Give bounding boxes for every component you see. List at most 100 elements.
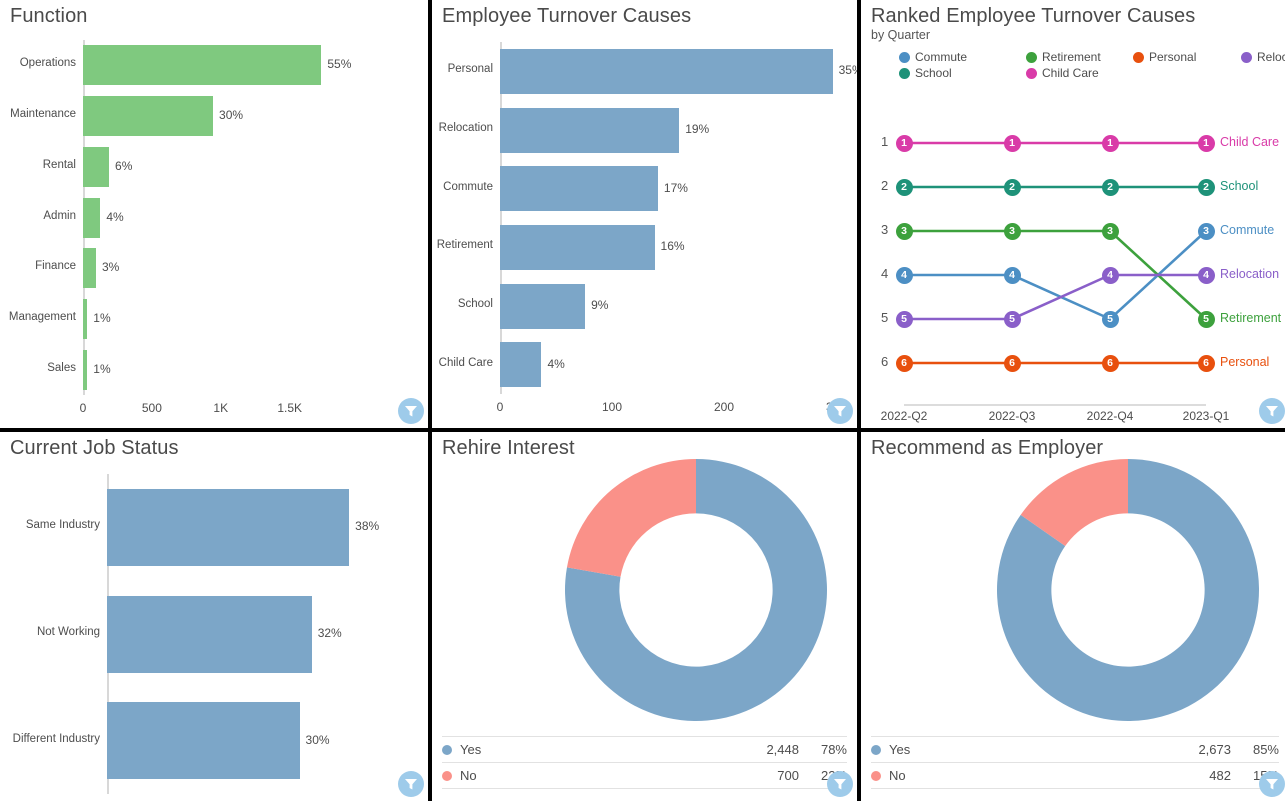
- legend-color-dot: [442, 744, 452, 755]
- bar-category-label: Sales: [47, 361, 76, 374]
- legend-table-row[interactable]: Yes 2,673 85%: [871, 736, 1279, 762]
- chart-rank-bump: 1 1 1 1 Child Care 2 2 2 2 School 4 4 5 3 Commute 3 3 3 5 R…: [861, 0, 1285, 428]
- rank-node[interactable]: 6: [895, 354, 913, 372]
- donut-svg: [565, 459, 827, 721]
- bar-value-label: 32%: [317, 626, 342, 640]
- bar[interactable]: [500, 166, 658, 212]
- rank-node[interactable]: 6: [1101, 354, 1119, 372]
- bar-category-label: Not Working: [36, 626, 100, 638]
- rank-node[interactable]: 6: [1003, 354, 1021, 372]
- rank-node[interactable]: 3: [1197, 222, 1215, 240]
- legend-color-dot: [871, 744, 881, 755]
- bar-value-label: 16%: [660, 239, 685, 254]
- rank-node[interactable]: 4: [1101, 266, 1119, 284]
- legend-table-row[interactable]: Yes 2,448 78%: [442, 736, 847, 762]
- x-axis-tick-label: 200: [713, 400, 735, 414]
- rank-axis-label: 5: [881, 310, 889, 325]
- legend-label: No: [889, 768, 906, 783]
- page-title: Recommend as Employer: [871, 437, 1104, 459]
- rank-node[interactable]: 6: [1197, 354, 1215, 372]
- dashboard: Function Operations 55% Maintenance 30% Rent…: [0, 0, 1285, 801]
- filter-funnel-icon: [1266, 406, 1278, 417]
- rank-node[interactable]: 3: [1101, 222, 1119, 240]
- rank-node[interactable]: 3: [895, 222, 913, 240]
- rank-node[interactable]: 2: [895, 178, 913, 196]
- bar-category-label: Finance: [35, 260, 76, 273]
- bar[interactable]: [83, 45, 322, 86]
- filter-button[interactable]: [1259, 771, 1285, 797]
- rank-node[interactable]: 2: [1197, 178, 1215, 196]
- legend-percent: 85%: [1252, 742, 1279, 757]
- donut-slice[interactable]: [566, 459, 696, 577]
- rank-axis-label: 2: [881, 178, 889, 193]
- bar-value-label: 55%: [327, 57, 352, 72]
- bar[interactable]: [500, 107, 680, 153]
- x-axis-tick-label: 0: [79, 401, 87, 415]
- rank-axis-label: 6: [881, 354, 889, 369]
- rank-end-label: School: [1220, 179, 1259, 193]
- bar-category-label: Rental: [42, 158, 76, 171]
- rank-node[interactable]: 4: [1197, 266, 1215, 284]
- filter-funnel-icon: [405, 406, 417, 417]
- donut-svg: [997, 459, 1259, 721]
- rank-node[interactable]: 4: [895, 266, 913, 284]
- legend-table-row[interactable]: No48215%: [871, 762, 1279, 789]
- rank-node[interactable]: 1: [1101, 134, 1119, 152]
- bar[interactable]: [83, 298, 88, 339]
- panel-function: Function Operations 55% Maintenance 30% Rent…: [0, 0, 428, 428]
- legend-table-recommend: Yes2,67385%No48215%: [871, 736, 1279, 789]
- bar[interactable]: [83, 197, 101, 238]
- rank-node[interactable]: 5: [1101, 310, 1119, 328]
- filter-funnel-icon: [405, 779, 417, 790]
- legend-color-dot: [442, 770, 452, 781]
- filter-button[interactable]: [1259, 398, 1285, 424]
- bar-category-label: Commute: [443, 180, 493, 193]
- panel-rehire-interest: Rehire Interest Yes2,44878%No70022%: [432, 432, 857, 801]
- chart-jobstatus-bars: Same Industry 38% Not Working 32% Different …: [0, 432, 428, 801]
- rank-node[interactable]: 3: [1003, 222, 1021, 240]
- bar[interactable]: [500, 48, 833, 94]
- bar[interactable]: [500, 224, 655, 270]
- bar-category-label: Relocation: [438, 122, 493, 134]
- bar[interactable]: [500, 283, 586, 329]
- bar-value-label: 4%: [106, 209, 124, 224]
- rank-node[interactable]: 4: [1003, 266, 1021, 284]
- bar[interactable]: [107, 488, 350, 566]
- filter-funnel-icon: [1266, 779, 1278, 790]
- filter-funnel-icon: [834, 406, 846, 417]
- x-axis-tick-label: 100: [601, 400, 623, 414]
- panel-employee-turnover-causes: Employee Turnover Causes Personal35%Relo…: [432, 0, 857, 428]
- bar[interactable]: [107, 702, 300, 780]
- filter-button[interactable]: [827, 771, 853, 797]
- rank-node[interactable]: 5: [1197, 310, 1215, 328]
- filter-button[interactable]: [398, 771, 424, 797]
- rank-axis-label: 1: [881, 134, 889, 149]
- bar-category-label: Maintenance: [10, 108, 76, 121]
- rank-node[interactable]: 1: [1197, 134, 1215, 152]
- bar[interactable]: [83, 146, 110, 187]
- rank-node[interactable]: 1: [1003, 134, 1021, 152]
- bar-value-label: 9%: [591, 298, 609, 312]
- rank-node[interactable]: 5: [1003, 310, 1021, 328]
- rank-node[interactable]: 2: [1003, 178, 1021, 196]
- filter-button[interactable]: [827, 398, 853, 424]
- bar[interactable]: [83, 349, 88, 390]
- bar-value-label: 35%: [838, 63, 857, 78]
- legend-label: Yes: [889, 742, 911, 757]
- bar[interactable]: [500, 342, 542, 388]
- bar[interactable]: [83, 96, 214, 137]
- x-axis-tick-label: 1.5K: [277, 401, 302, 415]
- chart-function-bars: Operations 55% Maintenance 30% Rental 6% Admin…: [0, 0, 428, 428]
- legend-table-row[interactable]: No70022%: [442, 762, 847, 789]
- filter-button[interactable]: [398, 398, 424, 424]
- rank-node[interactable]: 2: [1101, 178, 1119, 196]
- rank-series-line: [904, 273, 1206, 321]
- x-axis-tick-label: 2023-Q1: [1182, 409, 1230, 423]
- legend-value: 2,448: [766, 742, 799, 757]
- rank-node[interactable]: 5: [895, 310, 913, 328]
- bar[interactable]: [107, 595, 312, 673]
- bar[interactable]: [83, 248, 96, 289]
- bar-category-label: Personal: [447, 63, 493, 76]
- rank-node[interactable]: 1: [895, 134, 913, 152]
- bar-category-label: Operations: [19, 57, 76, 70]
